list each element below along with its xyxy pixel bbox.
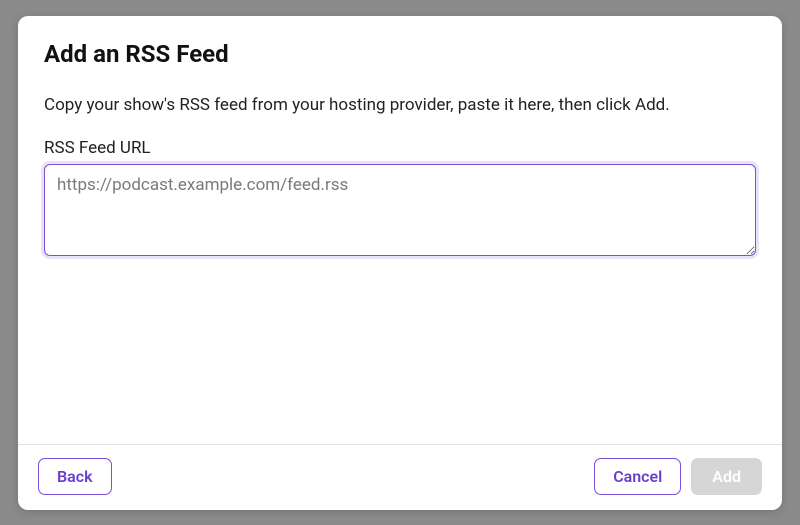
modal-footer: Back Cancel Add [18,444,782,510]
footer-left: Back [38,458,112,495]
modal-content: Add an RSS Feed Copy your show's RSS fee… [18,16,782,444]
back-button[interactable]: Back [38,458,112,495]
add-rss-modal: Add an RSS Feed Copy your show's RSS fee… [18,16,782,510]
add-button[interactable]: Add [691,458,762,495]
rss-url-input[interactable] [44,164,756,256]
cancel-button[interactable]: Cancel [594,458,681,495]
modal-title: Add an RSS Feed [44,40,756,68]
footer-right: Cancel Add [594,458,762,495]
rss-url-label: RSS Feed URL [44,138,756,158]
modal-description: Copy your show's RSS feed from your host… [44,94,756,117]
